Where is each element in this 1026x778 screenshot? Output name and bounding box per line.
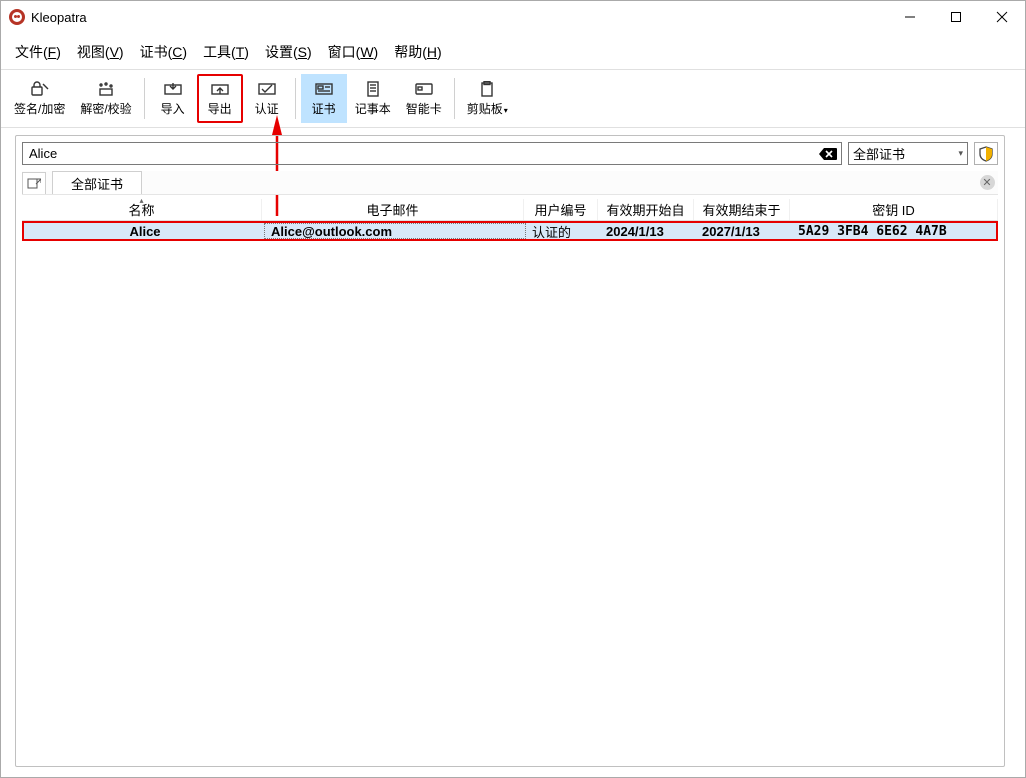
cell-userid: 认证的 — [526, 223, 600, 239]
minimize-button[interactable] — [887, 1, 933, 33]
close-tab-button[interactable]: ✕ — [976, 172, 998, 194]
toolbar-import-label: 导入 — [161, 100, 185, 117]
menu-file[interactable]: 文件(F) — [7, 39, 69, 65]
certificate-table: 名称 电子邮件 用户编号 有效期开始自 有效期结束于 密钥 ID Alice A… — [22, 199, 998, 241]
column-header-email[interactable]: 电子邮件 — [262, 199, 524, 220]
new-tab-button[interactable] — [22, 172, 46, 194]
cell-name: Alice — [24, 223, 264, 239]
content-frame: Alice 全部证书 ▾ 全部证书 ✕ 名称 电子邮件 用户编号 有效 — [15, 135, 1005, 767]
smartcard-icon — [413, 80, 435, 98]
column-header-valid-to[interactable]: 有效期结束于 — [694, 199, 790, 220]
certificate-icon — [313, 80, 335, 98]
window-title: Kleopatra — [31, 10, 87, 25]
clipboard-icon — [476, 80, 498, 98]
menu-tools[interactable]: 工具(T) — [195, 39, 257, 65]
tabs-row: 全部证书 ✕ — [22, 171, 998, 195]
cell-email: Alice@outlook.com — [264, 223, 526, 239]
toolbar-export-label: 导出 — [208, 100, 232, 117]
maximize-button[interactable] — [933, 1, 979, 33]
tab-all-certificates[interactable]: 全部证书 — [52, 171, 142, 194]
app-icon — [9, 9, 25, 25]
column-header-userid[interactable]: 用户编号 — [524, 199, 598, 220]
menu-window[interactable]: 窗口(W) — [320, 39, 387, 65]
chevron-down-icon: ▾ — [958, 148, 963, 159]
close-icon: ✕ — [980, 175, 995, 190]
menu-bar: 文件(F) 视图(V) 证书(C) 工具(T) 设置(S) 窗口(W) 帮助(H… — [1, 39, 1025, 65]
toolbar-export[interactable]: 导出 — [197, 74, 243, 123]
menu-view[interactable]: 视图(V) — [69, 39, 132, 65]
title-bar: Kleopatra — [1, 1, 1025, 33]
toolbar-decrypt-verify-label: 解密/校验 — [80, 100, 131, 117]
notepad-icon — [362, 80, 384, 98]
toolbar-sign-encrypt[interactable]: 签名/加密 — [7, 74, 72, 123]
toolbar-separator — [454, 78, 455, 119]
column-header-valid-from[interactable]: 有效期开始自 — [598, 199, 694, 220]
export-icon — [209, 80, 231, 98]
toolbar: 签名/加密 解密/校验 导入 导出 认证 证书 记事本 智能卡 剪贴板▾ — [1, 69, 1025, 128]
certify-icon — [256, 80, 278, 98]
toolbar-notepad[interactable]: 记事本 — [348, 74, 398, 123]
sparkle-unlock-icon — [95, 80, 117, 98]
cell-keyid: 5A29 3FB4 6E62 4A7B — [792, 223, 996, 239]
cell-valid-from: 2024/1/13 — [600, 223, 696, 239]
shield-filter-button[interactable] — [974, 142, 998, 165]
menu-help[interactable]: 帮助(H) — [386, 39, 449, 65]
lock-pencil-icon — [29, 80, 51, 98]
toolbar-separator — [295, 78, 296, 119]
new-tab-icon — [27, 177, 41, 189]
table-row[interactable]: Alice Alice@outlook.com 认证的 2024/1/13 20… — [22, 221, 998, 241]
tab-label: 全部证书 — [71, 174, 123, 193]
menu-certs[interactable]: 证书(C) — [132, 39, 195, 65]
certificate-filter-label: 全部证书 — [853, 144, 905, 163]
toolbar-import[interactable]: 导入 — [150, 74, 196, 123]
close-button[interactable] — [979, 1, 1025, 33]
toolbar-certificates[interactable]: 证书 — [301, 74, 347, 123]
toolbar-certify[interactable]: 认证 — [244, 74, 290, 123]
shield-icon — [979, 146, 993, 162]
search-value: Alice — [29, 146, 819, 161]
toolbar-decrypt-verify[interactable]: 解密/校验 — [73, 74, 138, 123]
window-controls — [887, 1, 1025, 33]
toolbar-separator — [144, 78, 145, 119]
search-input[interactable]: Alice — [22, 142, 842, 165]
search-row: Alice 全部证书 ▾ — [22, 142, 998, 165]
toolbar-clipboard[interactable]: 剪贴板▾ — [460, 74, 515, 123]
column-header-keyid[interactable]: 密钥 ID — [790, 199, 998, 220]
toolbar-smartcard[interactable]: 智能卡 — [399, 74, 449, 123]
toolbar-notepad-label: 记事本 — [355, 100, 391, 117]
menu-settings[interactable]: 设置(S) — [257, 39, 320, 65]
table-header-row: 名称 电子邮件 用户编号 有效期开始自 有效期结束于 密钥 ID — [22, 199, 998, 221]
certificate-filter-select[interactable]: 全部证书 ▾ — [848, 142, 968, 165]
toolbar-certify-label: 认证 — [255, 100, 279, 117]
column-header-name[interactable]: 名称 — [22, 199, 262, 220]
toolbar-sign-encrypt-label: 签名/加密 — [14, 100, 65, 117]
cell-valid-to: 2027/1/13 — [696, 223, 792, 239]
toolbar-clipboard-label: 剪贴板▾ — [467, 100, 508, 117]
toolbar-certificates-label: 证书 — [312, 100, 336, 117]
toolbar-smartcard-label: 智能卡 — [406, 100, 442, 117]
clear-search-icon[interactable] — [819, 147, 837, 161]
import-icon — [162, 80, 184, 98]
